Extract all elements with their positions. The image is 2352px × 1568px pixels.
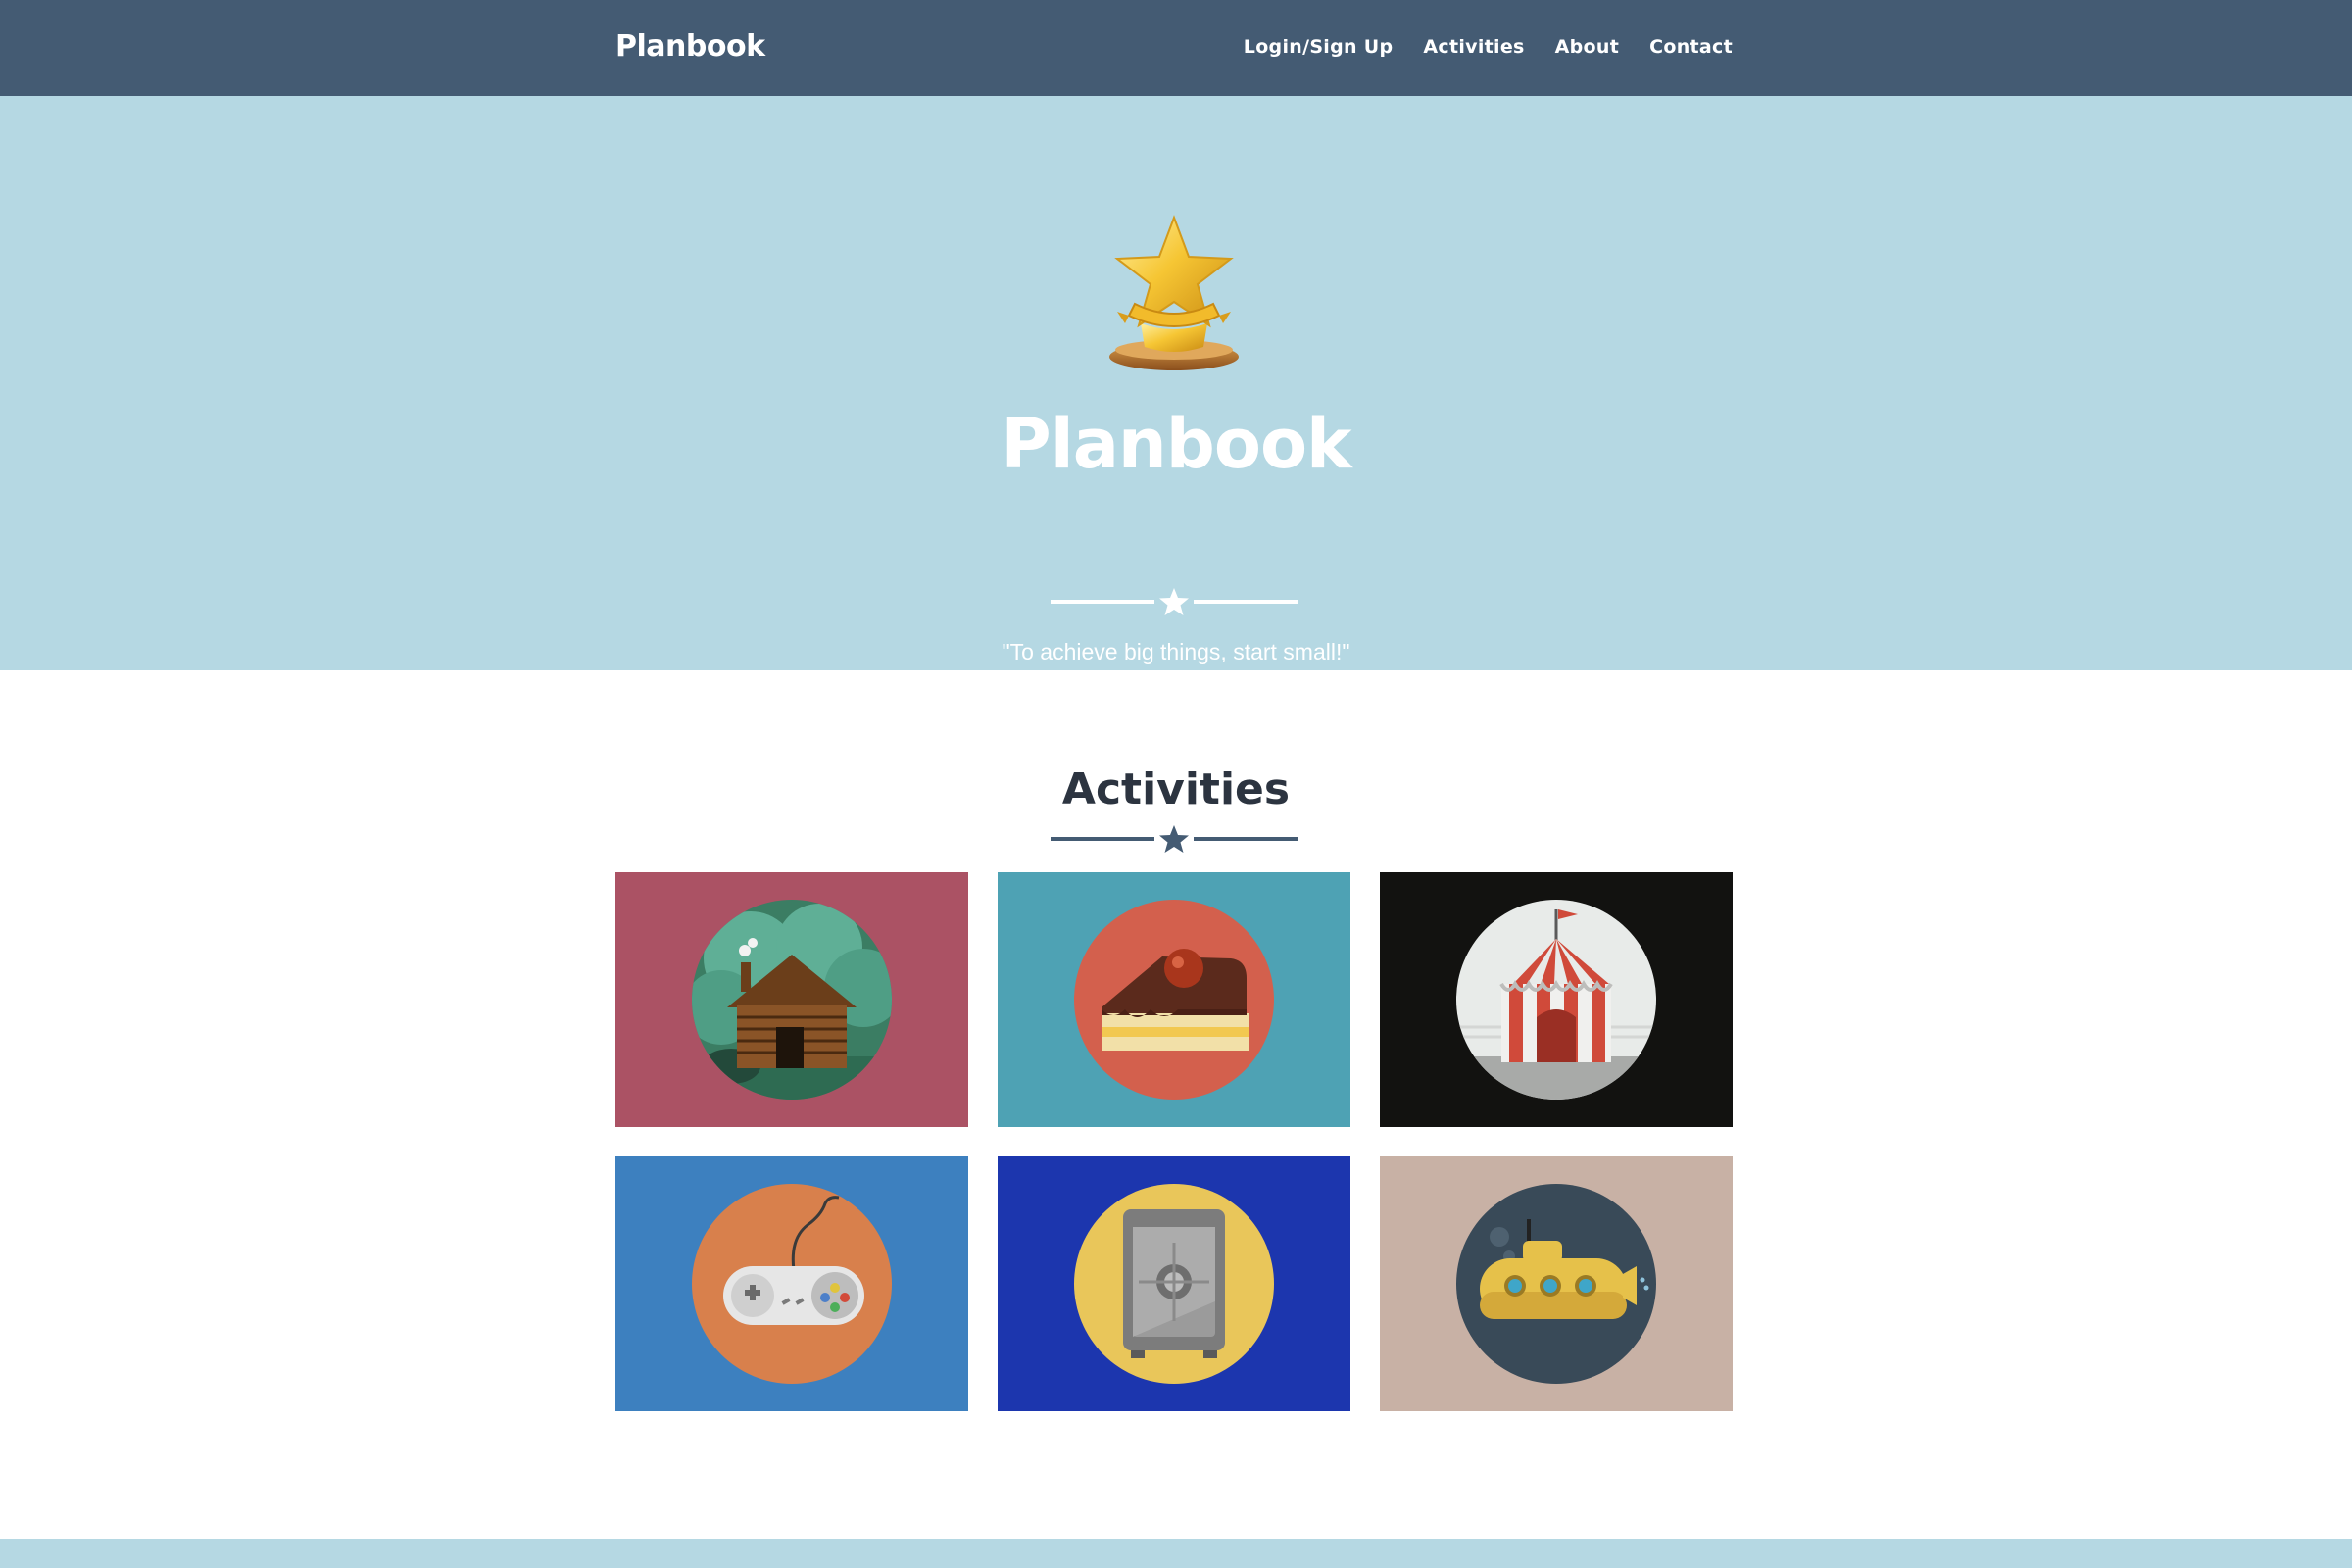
divider-line-left [1051, 600, 1154, 604]
divider-line-right [1194, 600, 1298, 604]
safe-icon [1074, 1184, 1274, 1384]
hero-title: Planbook [1001, 404, 1351, 484]
nav-activities[interactable]: Activities [1423, 31, 1524, 63]
navbar: Planbook Login/Sign Up Activities About … [0, 0, 2352, 96]
activity-tile-safe[interactable] [998, 1156, 1350, 1411]
nav-links: Login/Sign Up Activities About Contact [1244, 31, 1733, 63]
activities-title: Activities [1061, 764, 1291, 814]
activity-tile-circus[interactable] [1380, 872, 1733, 1127]
nav-login-signup[interactable]: Login/Sign Up [1244, 31, 1394, 63]
star-icon [1159, 825, 1189, 853]
submarine-icon [1456, 1184, 1656, 1384]
hero-tagline: "To achieve big things, start small!" [1002, 639, 1350, 664]
divider-line-left [1051, 837, 1154, 841]
activities-grid [615, 872, 1733, 1411]
hero-section: Planbook "To achieve big things, start s… [0, 96, 2352, 670]
nav-contact[interactable]: Contact [1649, 31, 1733, 63]
brand-logo-link[interactable]: Planbook [615, 25, 765, 69]
footer-band [0, 1539, 2352, 1568]
game-controller-icon [692, 1184, 892, 1384]
activity-tile-submarine[interactable] [1380, 1156, 1733, 1411]
log-cabin-icon [692, 900, 892, 1100]
star-trophy-icon [1109, 215, 1239, 370]
activity-tile-cabin[interactable] [615, 872, 968, 1127]
divider-line-right [1194, 837, 1298, 841]
star-icon [1159, 588, 1189, 615]
cake-slice-icon [1074, 900, 1274, 1100]
nav-about[interactable]: About [1555, 31, 1619, 63]
activity-tile-cake[interactable] [998, 872, 1350, 1127]
activities-divider [1051, 823, 1298, 855]
activity-tile-games[interactable] [615, 1156, 968, 1411]
circus-tent-icon [1456, 900, 1656, 1100]
hero-divider [1051, 586, 1298, 617]
